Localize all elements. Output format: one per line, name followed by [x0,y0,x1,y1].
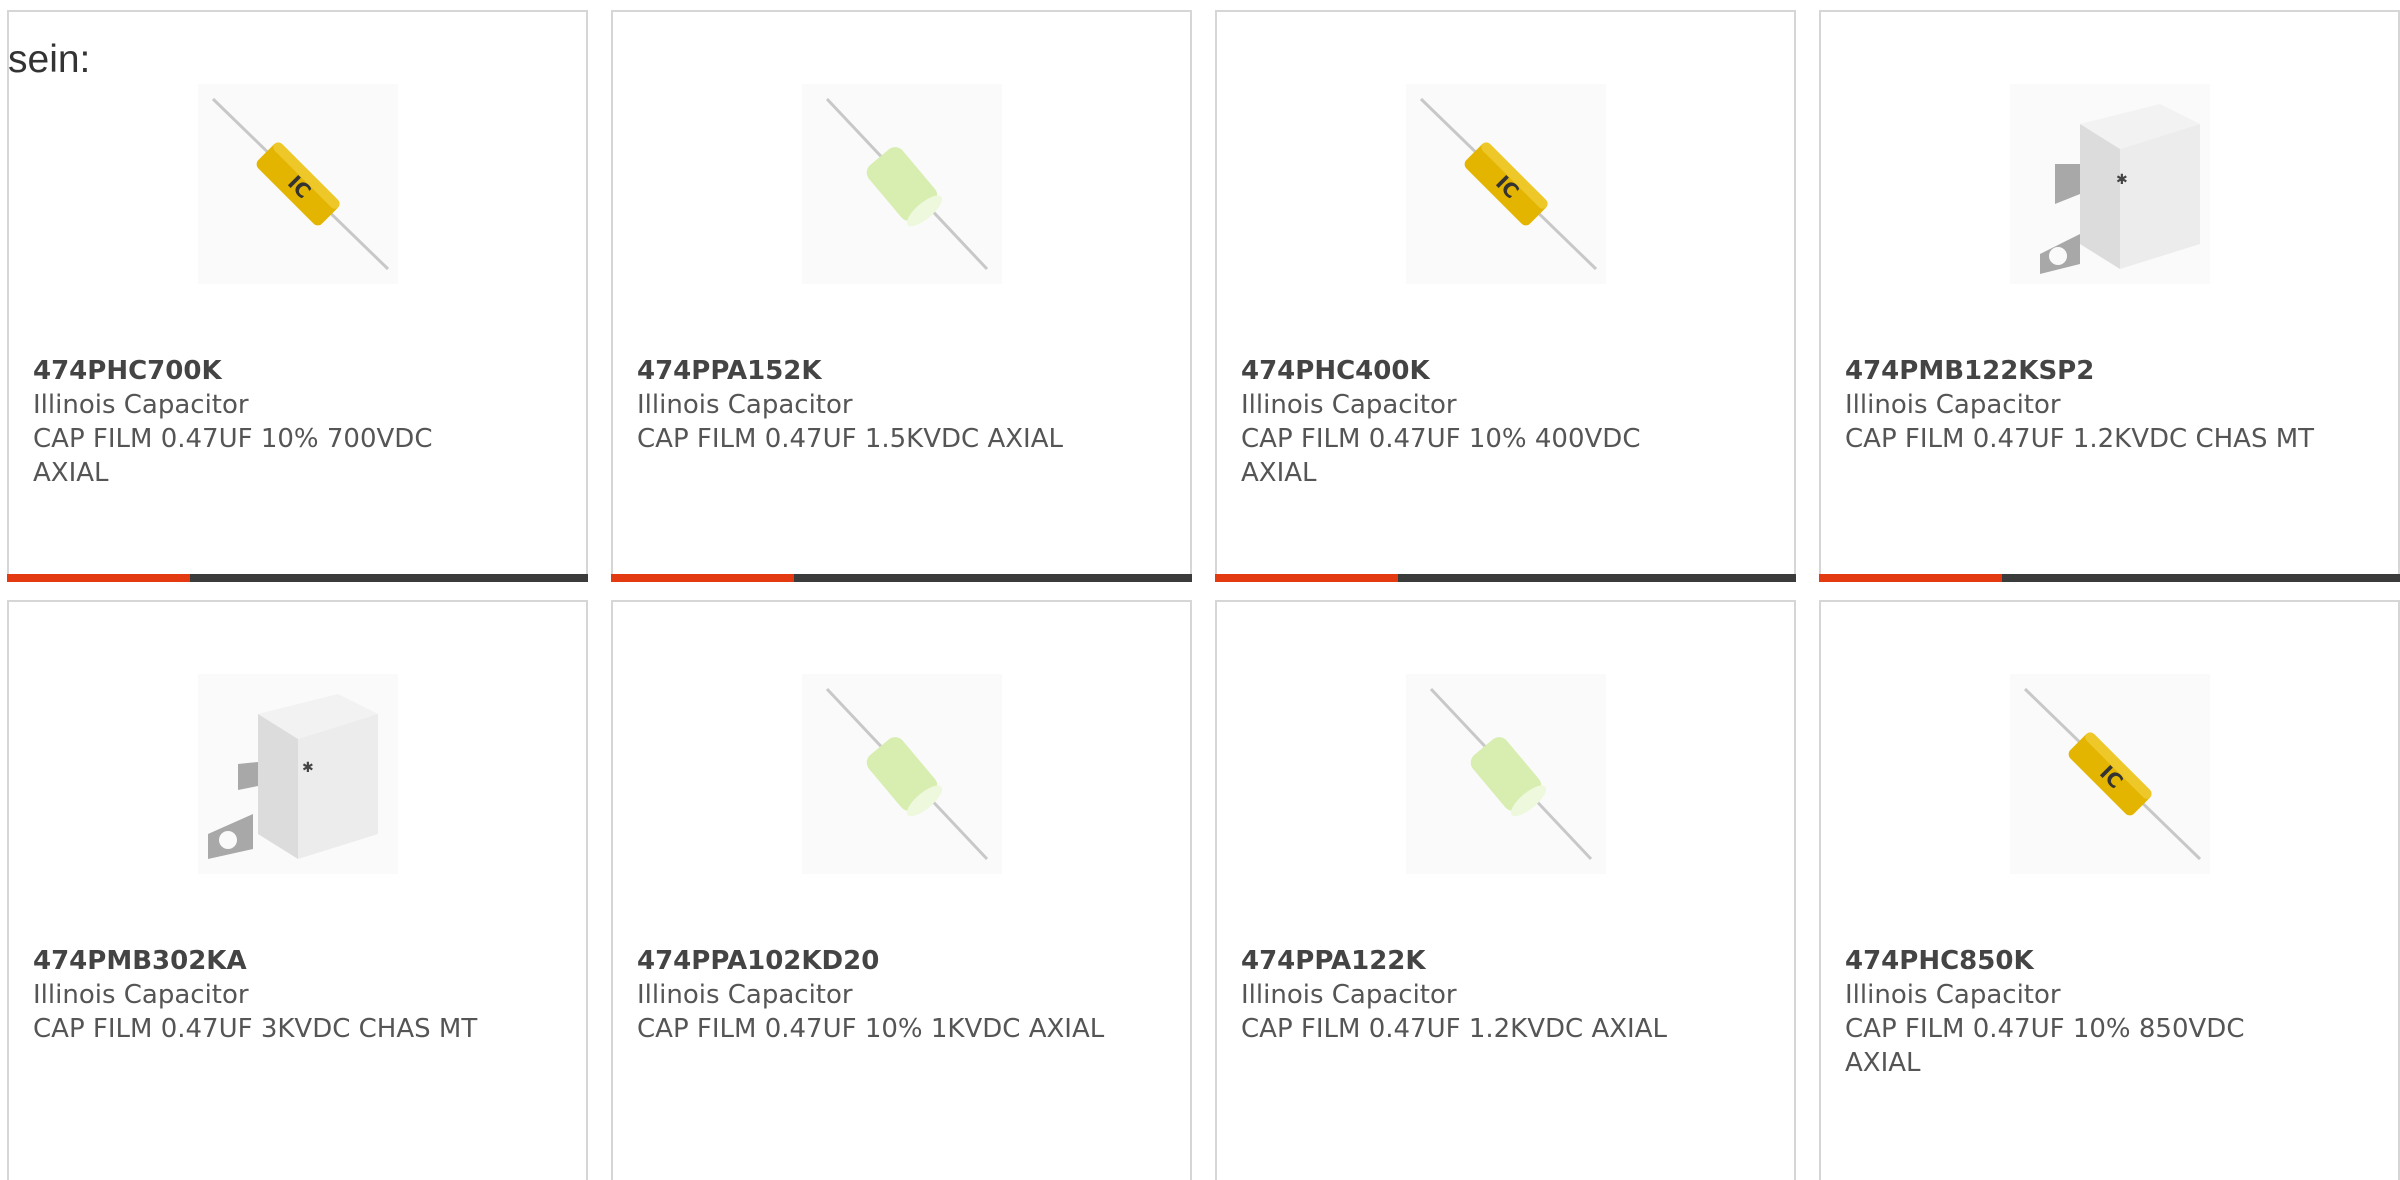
yellow-axial-capacitor-icon: IC [1419,97,1598,271]
part-number-link[interactable]: 474PHC700K [33,354,513,388]
svg-text:✱: ✱ [2116,172,2128,188]
product-card[interactable]: ✱ 474PMB122KSP2 Illinois Capacitor CAP F… [1819,10,2400,582]
product-image[interactable]: IC [1406,84,1606,284]
product-description: CAP FILM 0.47UF 1.2KVDC AXIAL [1241,1014,1667,1044]
product-description: CAP FILM 0.47UF 1.2KVDC CHAS MT [1845,424,2315,454]
progress-accent [1215,574,1398,582]
manufacturer-label: Illinois Capacitor [1845,390,2061,420]
part-number-link[interactable]: 474PHC850K [1845,944,2325,978]
product-description: CAP FILM 0.47UF 10% 400VDC AXIAL [1241,424,1641,488]
green-axial-capacitor-icon [825,97,989,271]
product-description: CAP FILM 0.47UF 1.5KVDC AXIAL [637,424,1063,454]
svg-text:✱: ✱ [302,760,314,776]
part-number-link[interactable]: 474PHC400K [1241,354,1721,388]
manufacturer-label: Illinois Capacitor [33,390,249,420]
product-card[interactable]: 474PPA152K Illinois Capacitor CAP FILM 0… [611,10,1192,582]
product-card[interactable]: IC 474PHC400K Illinois Capacitor CAP FIL… [1215,10,1796,582]
white-chassis-capacitor-icon: ✱ [208,694,378,859]
progress-accent [1819,574,2002,582]
product-description: CAP FILM 0.47UF 10% 1KVDC AXIAL [637,1014,1105,1044]
product-image[interactable]: IC [198,84,398,284]
green-axial-capacitor-icon [1429,687,1593,861]
progress-accent [7,574,190,582]
product-description: CAP FILM 0.47UF 3KVDC CHAS MT [33,1014,478,1044]
product-image[interactable] [802,674,1002,874]
product-description: CAP FILM 0.47UF 10% 850VDC AXIAL [1845,1014,2245,1078]
product-grid: IC 474PHC700K Illinois Capacitor CAP FIL… [0,0,2400,1180]
part-number-link[interactable]: 474PMB122KSP2 [1845,354,2325,388]
manufacturer-label: Illinois Capacitor [1241,390,1457,420]
product-card[interactable]: 474PPA122K Illinois Capacitor CAP FILM 0… [1215,600,1796,1180]
progress-accent [611,574,794,582]
white-chassis-capacitor-icon: ✱ [2040,104,2200,274]
progress-bar [611,574,1192,582]
part-number-link[interactable]: 474PPA122K [1241,944,1721,978]
product-image[interactable]: ✱ [198,674,398,874]
part-number-link[interactable]: 474PPA102KD20 [637,944,1117,978]
product-card[interactable]: IC 474PHC850K Illinois Capacitor CAP FIL… [1819,600,2400,1180]
product-description: CAP FILM 0.47UF 10% 700VDC AXIAL [33,424,433,488]
product-image[interactable]: IC [2010,674,2210,874]
product-image[interactable]: ✱ [2010,84,2210,284]
product-card[interactable]: 474PPA102KD20 Illinois Capacitor CAP FIL… [611,600,1192,1180]
manufacturer-label: Illinois Capacitor [1241,980,1457,1010]
part-number-link[interactable]: 474PPA152K [637,354,1117,388]
progress-bar [1819,574,2400,582]
manufacturer-label: Illinois Capacitor [637,980,853,1010]
progress-bar [7,574,588,582]
manufacturer-label: Illinois Capacitor [1845,980,2061,1010]
green-axial-capacitor-icon [825,687,989,861]
part-number-link[interactable]: 474PMB302KA [33,944,513,978]
yellow-axial-capacitor-icon: IC [2023,687,2202,861]
manufacturer-label: Illinois Capacitor [33,980,249,1010]
progress-bar [1215,574,1796,582]
product-image[interactable] [1406,674,1606,874]
product-card[interactable]: IC 474PHC700K Illinois Capacitor CAP FIL… [7,10,588,582]
product-card[interactable]: ✱ 474PMB302KA Illinois Capacitor CAP FIL… [7,600,588,1180]
lead-text: sein: [8,38,91,81]
product-image[interactable] [802,84,1002,284]
manufacturer-label: Illinois Capacitor [637,390,853,420]
yellow-axial-capacitor-icon: IC [211,97,390,271]
